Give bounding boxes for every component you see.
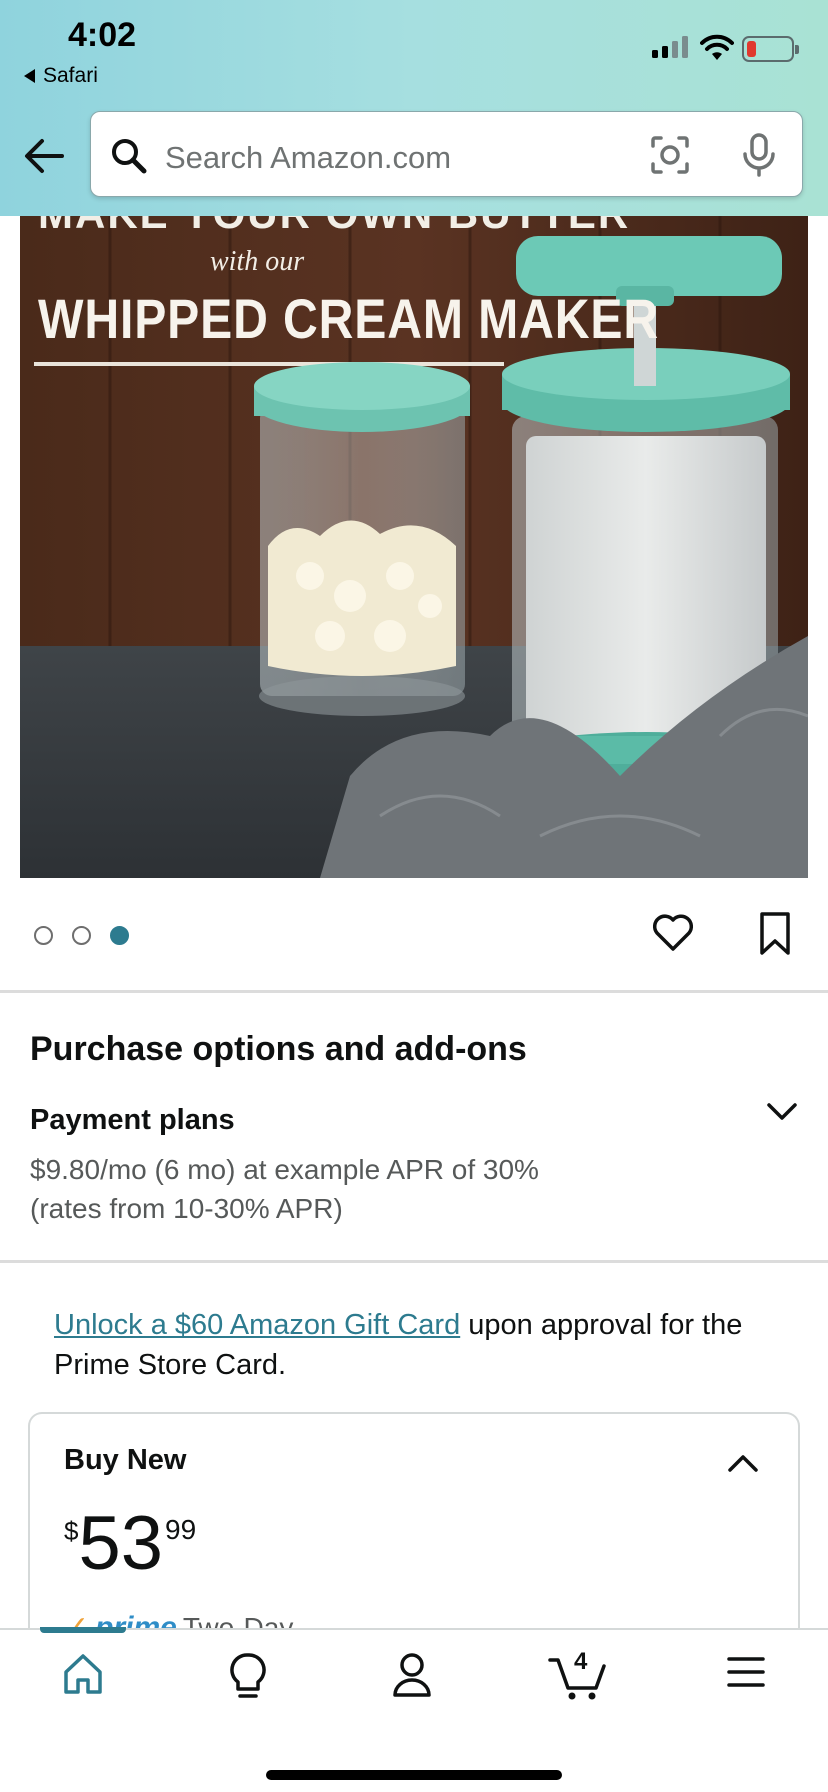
back-app-label: Safari (43, 64, 98, 87)
lightbulb-icon[interactable] (228, 1652, 268, 1700)
purchase-options-title: Purchase options and add-ons (30, 1030, 527, 1068)
battery-icon (742, 36, 799, 62)
account-icon[interactable] (392, 1652, 432, 1698)
search-bar[interactable]: Search Amazon.com (90, 111, 803, 197)
search-icon (112, 139, 147, 174)
payment-plans-title[interactable]: Payment plans (30, 1104, 235, 1137)
gift-card-promo: Unlock a $60 Amazon Gift Card upon appro… (54, 1305, 754, 1385)
status-time: 4:02 (68, 16, 137, 54)
gift-card-link[interactable]: Unlock a $60 Amazon Gift Card (54, 1309, 460, 1341)
section-divider (0, 990, 828, 993)
heart-icon[interactable] (651, 912, 695, 952)
section-divider (0, 1260, 828, 1263)
wifi-icon (700, 34, 734, 60)
carousel-dot-active[interactable] (110, 926, 129, 945)
carousel-dot[interactable] (72, 926, 91, 945)
home-indicator[interactable] (266, 1770, 562, 1780)
product-image[interactable]: MAKE YOUR OWN BUTTER with our WHIPPED CR… (20, 216, 808, 878)
buy-new-title: Buy New (64, 1444, 187, 1476)
carousel-dots[interactable] (34, 926, 129, 945)
active-tab-indicator (40, 1627, 126, 1633)
price-whole: 53 (78, 1501, 164, 1586)
price-fraction: 99 (165, 1514, 197, 1545)
cellular-signal-icon (652, 36, 688, 58)
image-caption-top: MAKE YOUR OWN BUTTER (38, 216, 630, 238)
cart-count: 4 (574, 1648, 588, 1675)
menu-icon[interactable] (726, 1652, 766, 1692)
chevron-up-icon[interactable] (726, 1450, 760, 1476)
cart-button[interactable]: 4 (548, 1648, 608, 1702)
bookmark-icon[interactable] (757, 911, 793, 957)
back-to-safari[interactable]: Safari (24, 64, 98, 88)
payment-plan-rates: (rates from 10-30% APR) (30, 1193, 343, 1224)
price-currency: $ (64, 1516, 79, 1546)
image-caption-mid: with our (210, 246, 305, 277)
payment-plan-detail: $9.80/mo (6 mo) at example APR of 30% (30, 1154, 539, 1185)
top-header: 4:02 Safari Search Amazon.com (0, 0, 828, 216)
microphone-icon[interactable] (741, 132, 777, 178)
search-input[interactable]: Search Amazon.com (165, 140, 451, 176)
back-arrow-icon[interactable] (22, 136, 66, 176)
chevron-down-icon[interactable] (765, 1100, 799, 1126)
camera-search-icon[interactable] (649, 134, 691, 176)
image-caption-main: WHIPPED CREAM MAKER (38, 287, 660, 350)
home-icon[interactable] (62, 1652, 104, 1696)
bottom-tab-bar: 4 (0, 1627, 828, 1792)
back-triangle-icon (24, 69, 35, 83)
carousel-dot[interactable] (34, 926, 53, 945)
price: $ 53 99 (64, 1506, 196, 1582)
